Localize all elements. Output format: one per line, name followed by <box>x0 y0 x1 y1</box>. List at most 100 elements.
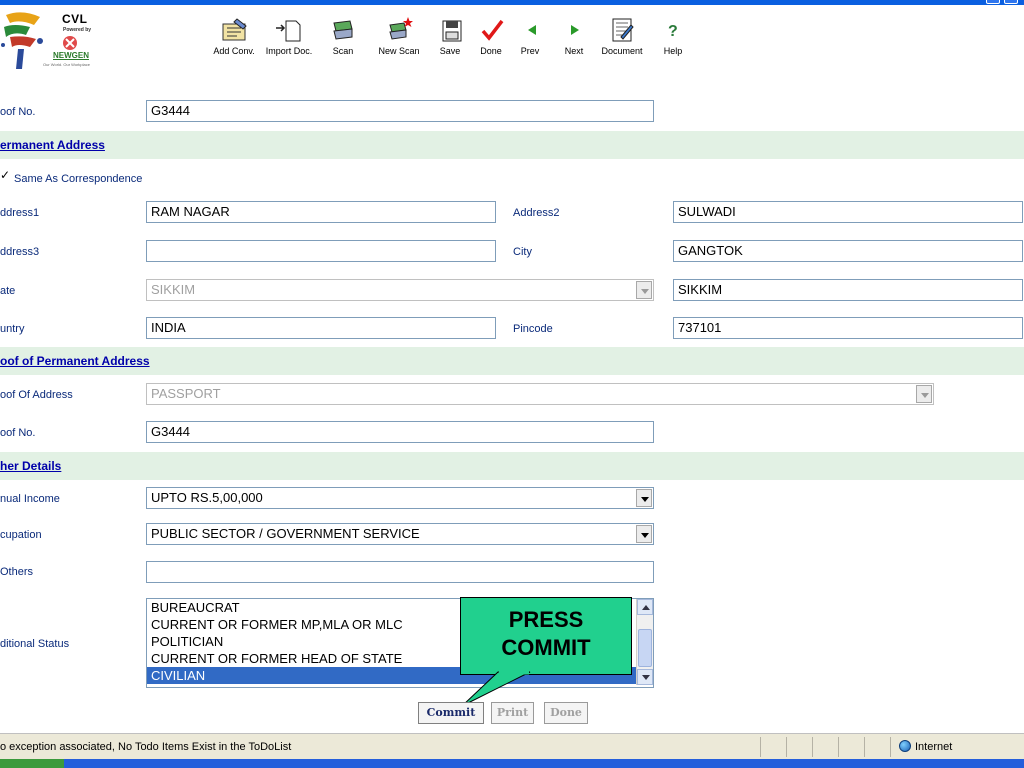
logo-tagline: Our World. Our Workplace <box>43 62 90 67</box>
country-label: untry <box>0 323 25 335</box>
restore-window-button[interactable] <box>986 0 1000 4</box>
commit-button[interactable]: Commit <box>418 702 484 724</box>
logo-vendor: NEWGEN <box>53 51 89 60</box>
new-scan-label: New Scan <box>378 46 420 56</box>
proof-no-top-input[interactable]: G3444 <box>146 100 654 122</box>
status-divider <box>786 737 787 757</box>
occupation-value: PUBLIC SECTOR / GOVERNMENT SERVICE <box>151 526 420 541</box>
additional-status-label: ditional Status <box>0 638 70 650</box>
chevron-down-icon[interactable] <box>636 525 652 543</box>
same-as-checkbox[interactable]: ✓ <box>0 168 10 182</box>
listbox-scrollbar[interactable] <box>636 599 653 685</box>
arrow-left-icon <box>528 25 536 35</box>
pincode-input[interactable]: 737101 <box>673 317 1023 339</box>
address3-label: ddress3 <box>0 246 40 258</box>
pincode-label: Pincode <box>513 323 553 335</box>
scan-label: Scan <box>332 46 354 56</box>
scroll-thumb[interactable] <box>638 629 652 667</box>
callout-line1: PRESS <box>508 607 584 632</box>
annual-income-select[interactable]: UPTO RS.5,00,000 <box>146 487 654 509</box>
status-divider <box>890 737 891 757</box>
chevron-down-icon[interactable] <box>636 489 652 507</box>
scroll-up-icon[interactable] <box>637 599 653 615</box>
chevron-down-icon[interactable] <box>916 385 932 403</box>
proof-of-address-label: oof Of Address <box>0 389 73 401</box>
state-other-input[interactable]: SIKKIM <box>673 279 1023 301</box>
other-details-title: her Details <box>0 459 62 473</box>
permanent-address-title: ermanent Address <box>0 138 105 152</box>
proof-permanent-title: oof of Permanent Address <box>0 354 150 368</box>
print-button[interactable]: Print <box>491 702 534 724</box>
import-doc-label: Import Doc. <box>265 46 313 56</box>
add-conv-icon <box>222 18 247 41</box>
others-label: Others <box>0 566 34 578</box>
chevron-down-icon[interactable] <box>636 281 652 299</box>
cvl-swoosh-icon <box>1 12 43 69</box>
checkmark-icon <box>481 19 504 41</box>
close-window-button[interactable] <box>1004 0 1018 4</box>
proof-of-address-value: PASSPORT <box>151 386 221 401</box>
scan-button[interactable]: Scan <box>328 15 358 67</box>
help-button[interactable]: ? Help <box>659 15 687 67</box>
document-icon <box>612 18 634 42</box>
save-icon <box>442 20 462 42</box>
proof-no-top-label: oof No. <box>0 106 36 118</box>
security-zone-label: Internet <box>915 741 953 753</box>
status-divider <box>838 737 839 757</box>
next-button[interactable]: Next <box>560 15 588 67</box>
scroll-down-icon[interactable] <box>637 669 653 685</box>
address1-label: ddress1 <box>0 207 40 219</box>
annual-income-value: UPTO RS.5,00,000 <box>151 490 263 505</box>
others-input[interactable] <box>146 561 654 583</box>
logo-powered-by: Powered by <box>63 27 92 33</box>
toolbar: CVL Powered by NEWGEN Our World. Our Wor… <box>0 5 1024 93</box>
taskbar <box>0 759 1024 768</box>
country-input[interactable]: INDIA <box>146 317 496 339</box>
occupation-label: cupation <box>0 529 42 541</box>
prev-button[interactable]: Prev <box>517 15 543 67</box>
proof-of-address-select[interactable]: PASSPORT <box>146 383 934 405</box>
press-commit-callout: PRESS COMMIT <box>460 597 632 675</box>
proof-no-input[interactable]: G3444 <box>146 421 654 443</box>
done-label: Done <box>480 46 502 56</box>
start-button[interactable] <box>0 759 64 768</box>
done-button[interactable]: Done <box>477 15 505 67</box>
occupation-select[interactable]: PUBLIC SECTOR / GOVERNMENT SERVICE <box>146 523 654 545</box>
done-form-button[interactable]: Done <box>544 702 588 724</box>
proof-permanent-section: oof of Permanent Address <box>0 347 1024 375</box>
globe-icon <box>899 740 911 752</box>
new-scan-button[interactable]: New Scan <box>374 15 424 67</box>
status-divider <box>812 737 813 757</box>
document-label: Document <box>601 46 643 56</box>
security-zone: Internet <box>899 740 952 753</box>
cvl-logo: CVL Powered by NEWGEN Our World. Our Wor… <box>0 9 120 71</box>
status-divider <box>864 737 865 757</box>
scan-icon <box>333 20 353 40</box>
other-details-section: her Details <box>0 452 1024 480</box>
status-bar: o exception associated, No Todo Items Ex… <box>0 733 1024 759</box>
logo-name: CVL <box>62 12 88 26</box>
add-conv-label: Add Conv. <box>213 46 255 56</box>
add-conv-button[interactable]: Add Conv. <box>211 15 257 67</box>
import-doc-button[interactable]: Import Doc. <box>262 15 316 67</box>
address3-input[interactable] <box>146 240 496 262</box>
state-select[interactable]: SIKKIM <box>146 279 654 301</box>
new-scan-icon <box>389 17 413 40</box>
address1-input[interactable]: RAM NAGAR <box>146 201 496 223</box>
status-divider <box>760 737 761 757</box>
state-select-value: SIKKIM <box>151 282 196 297</box>
save-label: Save <box>439 46 461 56</box>
callout-line2: COMMIT <box>501 635 591 660</box>
state-label: ate <box>0 285 16 297</box>
save-button[interactable]: Save <box>436 15 464 67</box>
annual-income-label: nual Income <box>0 493 60 505</box>
document-button[interactable]: Document <box>596 15 648 67</box>
city-label: City <box>513 246 532 258</box>
permanent-address-section: ermanent Address <box>0 131 1024 159</box>
status-text: o exception associated, No Todo Items Ex… <box>0 741 292 753</box>
address2-input[interactable]: SULWADI <box>673 201 1023 223</box>
newgen-emblem-icon <box>63 36 77 50</box>
city-input[interactable]: GANGTOK <box>673 240 1023 262</box>
arrow-right-icon <box>571 25 579 35</box>
next-label: Next <box>564 46 584 56</box>
